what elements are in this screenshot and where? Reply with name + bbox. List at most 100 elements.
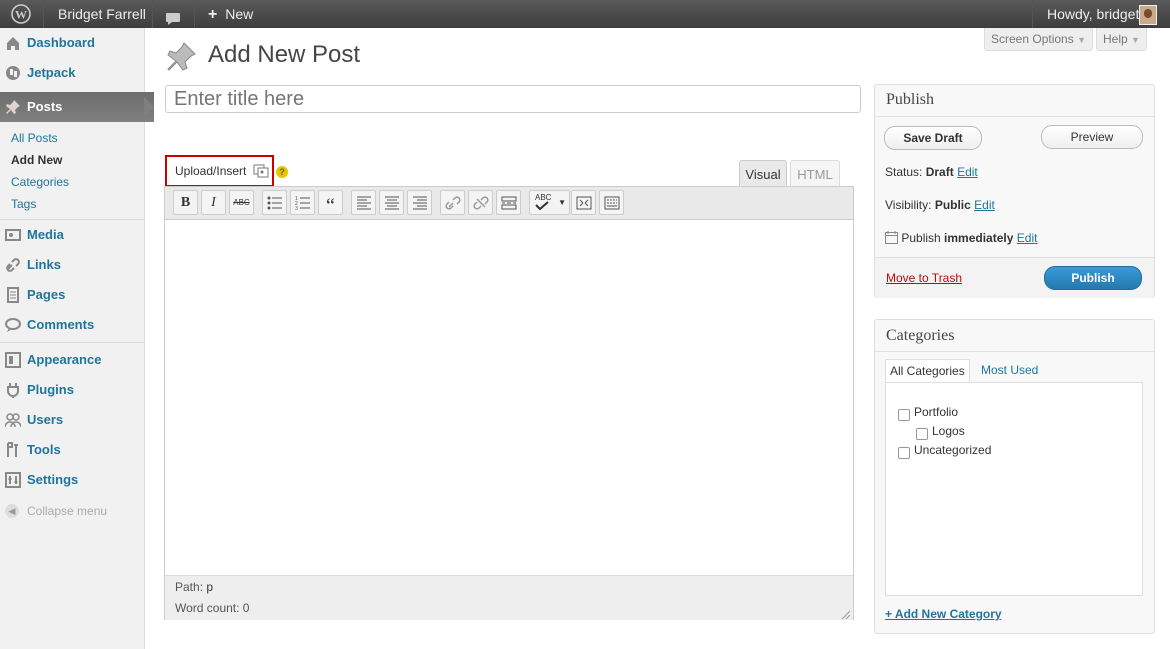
insert-more-button[interactable] <box>496 190 521 215</box>
tab-html[interactable]: HTML <box>790 160 840 187</box>
submenu-all-posts[interactable]: All Posts <box>11 131 58 145</box>
category-label: Portfolio <box>914 405 959 419</box>
sidebar-item-label: Media <box>27 227 64 242</box>
align-right-button[interactable] <box>407 190 432 215</box>
preview-button[interactable]: Preview <box>1041 125 1143 149</box>
comments-icon <box>5 317 21 333</box>
sidebar-item-users[interactable]: Users <box>0 405 144 435</box>
sidebar-item-settings[interactable]: Settings <box>0 465 144 495</box>
help-icon[interactable]: ? <box>276 166 288 178</box>
new-label: New <box>225 6 254 22</box>
edit-schedule-link[interactable]: Edit <box>1017 231 1038 245</box>
sidebar-item-dashboard[interactable]: Dashboard <box>0 28 144 58</box>
sidebar-item-jetpack[interactable]: Jetpack <box>0 58 144 88</box>
unlink-button[interactable] <box>468 190 493 215</box>
sidebar-item-media[interactable]: Media <box>0 220 144 250</box>
path-label: Path: <box>175 580 204 594</box>
admin-sidebar: Dashboard Jetpack Posts All Posts Add Ne… <box>0 28 154 649</box>
tab-all-categories[interactable]: All Categories <box>885 359 970 383</box>
chevron-down-icon: ▼ <box>1131 35 1140 45</box>
publish-box: Publish Save Draft Preview Status: Draft… <box>874 84 1155 298</box>
editor-content-area[interactable] <box>165 220 853 575</box>
publish-box-title[interactable]: Publish <box>886 91 934 109</box>
path-bar: Path: p <box>175 580 213 594</box>
numbered-list-button[interactable]: 123 <box>290 190 315 215</box>
sidebar-item-tools[interactable]: Tools <box>0 435 144 465</box>
help-button[interactable]: Help ▼ <box>1096 28 1147 51</box>
sidebar-item-appearance[interactable]: Appearance <box>0 345 144 375</box>
categories-box: Categories All Categories Most Used Port… <box>874 319 1155 634</box>
tab-all-categories-label: All Categories <box>890 364 965 378</box>
publish-actions-bar: Move to Trash Publish <box>875 257 1154 298</box>
strikethrough-button[interactable]: ABC <box>229 190 254 215</box>
sidebar-item-label: Plugins <box>27 382 74 397</box>
publish-button[interactable]: Publish <box>1044 266 1142 290</box>
svg-text:W: W <box>15 8 27 22</box>
collapse-menu-label: Collapse menu <box>27 504 108 518</box>
kitchen-sink-button[interactable] <box>599 190 624 215</box>
howdy-account-menu[interactable]: Howdy, bridget <box>1047 0 1139 28</box>
pages-icon <box>5 287 21 303</box>
wordpress-logo-icon[interactable]: W <box>10 4 32 24</box>
edit-visibility-link[interactable]: Edit <box>974 198 995 212</box>
blockquote-button[interactable]: “ <box>318 190 343 217</box>
word-count: Word count: 0 <box>175 601 250 615</box>
sidebar-item-comments[interactable]: Comments <box>0 310 144 340</box>
add-new-category-link[interactable]: + Add New Category <box>885 607 1002 621</box>
category-item-uncategorized[interactable]: Uncategorized <box>898 443 991 459</box>
category-item-logos[interactable]: Logos <box>916 424 965 440</box>
visibility-label: Visibility: <box>885 198 932 212</box>
upload-insert-label: Upload/Insert <box>175 164 247 178</box>
admin-bar: W Bridget Farrell + New Howdy, bridget <box>0 0 1170 28</box>
italic-button[interactable]: I <box>201 190 226 215</box>
bullet-list-button[interactable] <box>262 190 287 215</box>
new-content-menu[interactable]: + New <box>208 0 253 28</box>
chevron-down-icon: ▼ <box>558 198 566 207</box>
screen-options-button[interactable]: Screen Options ▼ <box>984 28 1093 51</box>
svg-text:3: 3 <box>295 206 298 210</box>
edit-status-link[interactable]: Edit <box>957 165 978 179</box>
sidebar-item-pages[interactable]: Pages <box>0 280 144 310</box>
bold-button[interactable]: B <box>173 190 198 215</box>
upload-insert-button[interactable]: Upload/Insert <box>165 155 274 187</box>
sidebar-item-label: Pages <box>27 287 66 302</box>
fullscreen-button[interactable] <box>571 190 596 215</box>
sidebar-item-label: Jetpack <box>27 65 76 80</box>
tab-visual[interactable]: Visual <box>739 160 787 187</box>
category-checkbox[interactable] <box>898 447 910 459</box>
category-label: Uncategorized <box>914 443 992 457</box>
sidebar-item-posts[interactable]: Posts <box>0 92 154 122</box>
insert-link-button[interactable] <box>440 190 465 215</box>
submenu-categories[interactable]: Categories <box>11 175 69 189</box>
sidebar-item-links[interactable]: Links <box>0 250 144 280</box>
post-status: Status: Draft Edit <box>885 165 978 179</box>
move-to-trash-link[interactable]: Move to Trash <box>886 271 962 285</box>
align-center-button[interactable] <box>379 190 404 215</box>
status-value: Draft <box>925 165 954 179</box>
category-checkbox[interactable] <box>898 409 910 421</box>
site-name-link[interactable]: Bridget Farrell <box>58 0 146 28</box>
sidebar-item-plugins[interactable]: Plugins <box>0 375 144 405</box>
post-title-input[interactable] <box>165 85 861 113</box>
resize-handle-icon[interactable] <box>841 608 851 620</box>
categories-box-title[interactable]: Categories <box>886 327 954 345</box>
editor-container: Path: p Word count: 0 <box>164 186 854 620</box>
sidebar-item-label: Posts <box>27 99 63 114</box>
submenu-add-new[interactable]: Add New <box>11 153 62 167</box>
category-item-portfolio[interactable]: Portfolio <box>898 405 958 421</box>
tab-most-used-label: Most Used <box>981 363 1039 377</box>
path-value[interactable]: p <box>206 580 213 594</box>
submenu-tags[interactable]: Tags <box>11 197 36 211</box>
plugin-icon <box>5 382 21 398</box>
tab-most-used[interactable]: Most Used <box>981 359 1038 382</box>
category-checklist: Portfolio Logos Uncategorized <box>885 382 1143 596</box>
save-draft-button[interactable]: Save Draft <box>884 126 982 150</box>
avatar[interactable] <box>1139 5 1157 25</box>
sidebar-item-label: Links <box>27 257 61 272</box>
category-checkbox[interactable] <box>916 428 928 440</box>
editor-status-bar: Path: p Word count: 0 <box>165 575 853 620</box>
active-arrow-icon <box>144 97 154 117</box>
spellcheck-button[interactable]: ABC ▼ <box>529 190 570 215</box>
comments-icon[interactable] <box>165 7 183 25</box>
align-left-button[interactable] <box>351 190 376 215</box>
